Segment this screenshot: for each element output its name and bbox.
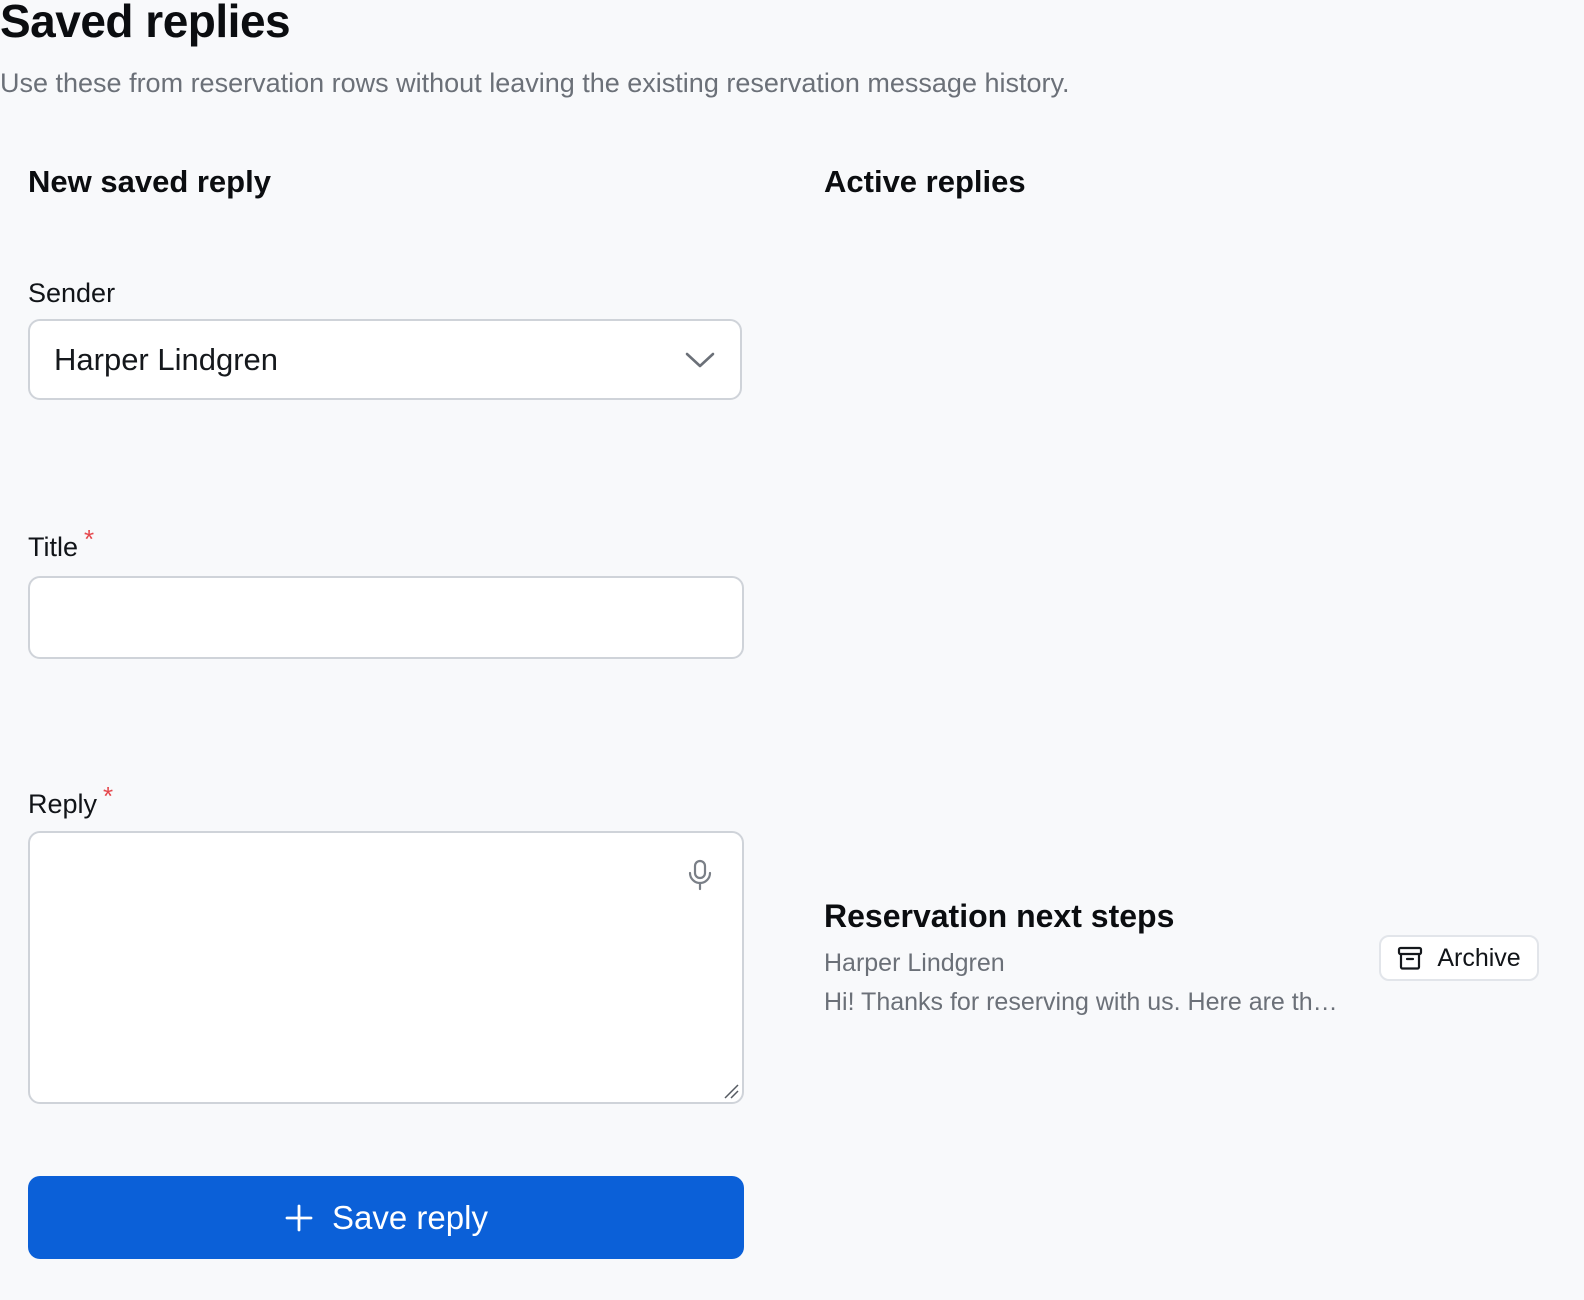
title-label: Title * [28,524,94,563]
active-reply-item: Reservation next steps Harper Lindgren H… [824,898,1544,1028]
microphone-icon[interactable] [686,859,714,891]
active-replies-heading: Active replies [824,164,1026,199]
save-reply-label: Save reply [332,1198,488,1236]
title-label-text: Title [28,532,79,562]
new-reply-heading: New saved reply [28,164,271,199]
title-input[interactable] [28,576,744,659]
reply-label-text: Reply [28,789,98,819]
page-subtitle: Use these from reservation rows without … [0,68,1070,98]
sender-label: Sender [28,278,115,309]
saved-replies-page: Saved replies Use these from reservation… [0,0,1584,1300]
reply-required-mark: * [103,781,114,811]
archive-button[interactable]: Archive [1379,935,1539,981]
save-reply-button[interactable]: Save reply [28,1176,744,1259]
title-required-mark: * [84,524,95,554]
reply-label: Reply * [28,781,113,820]
resize-grip-icon[interactable] [723,1083,739,1099]
reply-textarea-container [28,831,744,1104]
active-reply-preview: Hi! Thanks for reserving with us. Here a… [824,988,1344,1016]
page-title: Saved replies [0,0,291,47]
chevron-down-icon [684,344,716,376]
sender-label-text: Sender [28,278,116,308]
reply-textarea[interactable] [30,833,742,1102]
active-reply-title: Reservation next steps [824,898,1175,934]
archive-label: Archive [1437,943,1521,972]
plus-icon [284,1203,314,1233]
sender-select[interactable]: Harper Lindgren [28,319,742,400]
sender-select-value: Harper Lindgren [54,341,279,377]
archive-box-icon [1397,945,1423,971]
active-reply-sender: Harper Lindgren [824,949,1005,977]
